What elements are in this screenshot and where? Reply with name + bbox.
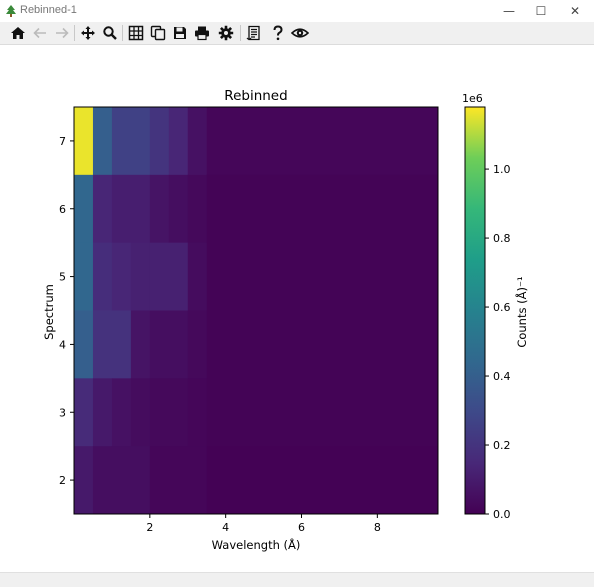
window-titlebar: Rebinned-1 — ☐ ✕ — [0, 0, 594, 23]
heatmap-cell — [92, 242, 113, 311]
app-icon — [4, 3, 18, 17]
settings-icon[interactable] — [216, 23, 236, 43]
heatmap-cell — [74, 174, 94, 244]
heatmap-cell — [92, 378, 113, 447]
y-tick-label: 7 — [59, 135, 66, 148]
x-tick-label: 4 — [222, 521, 229, 534]
y-tick-label: 5 — [59, 271, 66, 284]
pan-icon[interactable] — [78, 23, 98, 43]
toolbar-separator — [240, 25, 241, 41]
heatmap-cell — [149, 174, 170, 244]
heatmap-cell — [92, 446, 151, 515]
heatmap-cell — [206, 378, 439, 447]
y-axis-label: Spectrum — [42, 284, 56, 340]
heatmap-cell — [187, 310, 208, 379]
colorbar-tick-label: 0.6 — [493, 301, 511, 314]
heatmap-cells — [74, 107, 439, 515]
copy-icon[interactable] — [148, 23, 168, 43]
forward-icon[interactable] — [52, 23, 72, 43]
y-tick-label: 2 — [59, 474, 66, 487]
back-icon[interactable] — [30, 23, 50, 43]
heatmap-cell — [206, 174, 439, 244]
heatmap-cell — [111, 174, 151, 244]
toolbar-separator — [122, 25, 123, 41]
colorbar-tick-label: 1.0 — [493, 163, 511, 176]
view-icon[interactable] — [290, 23, 310, 43]
plot-toolbar — [0, 22, 594, 45]
x-axis-ticks: 2 4 6 8 — [146, 514, 381, 534]
heatmap-plot[interactable]: 2 4 6 8 2 3 4 5 6 7 0.0 0.2 0.4 0.6 0.8 1.0 — [0, 45, 594, 572]
y-axis-ticks: 2 3 4 5 6 7 — [59, 135, 74, 487]
x-tick-label: 8 — [374, 521, 381, 534]
heatmap-cell — [187, 378, 208, 447]
colorbar-tick-label: 0.2 — [493, 439, 511, 452]
status-bar — [0, 572, 594, 587]
heatmap-cell — [168, 174, 189, 244]
colorbar-tick-label: 0.4 — [493, 370, 511, 383]
heatmap-cell — [149, 378, 189, 447]
window-title: Rebinned-1 — [20, 4, 77, 16]
heatmap-cell — [74, 310, 94, 379]
heatmap-cell — [111, 378, 132, 447]
y-tick-label: 4 — [59, 338, 66, 351]
heatmap-cell — [130, 310, 151, 379]
x-axis-label: Wavelength (Å) — [211, 538, 301, 552]
colorbar-exponent: 1e6 — [462, 92, 483, 105]
x-tick-label: 6 — [298, 521, 305, 534]
colorbar-label: Counts (Å)⁻¹ — [515, 276, 529, 348]
maximize-button[interactable]: ☐ — [524, 0, 558, 22]
heatmap-cell — [187, 242, 208, 311]
x-tick-label: 2 — [146, 521, 153, 534]
print-icon[interactable] — [192, 23, 212, 43]
heatmap-cell — [168, 107, 189, 176]
heatmap-cell — [74, 107, 94, 176]
heatmap-cell — [74, 446, 94, 515]
home-icon[interactable] — [8, 23, 28, 43]
colorbar-ticks: 0.0 0.2 0.4 0.6 0.8 1.0 — [485, 163, 511, 521]
heatmap-cell — [74, 242, 94, 311]
heatmap-cell — [74, 378, 94, 447]
heatmap-cell — [149, 446, 208, 515]
heatmap-cell — [92, 107, 113, 176]
zoom-icon[interactable] — [100, 23, 120, 43]
script-icon[interactable] — [244, 23, 264, 43]
heatmap-cell — [187, 107, 208, 176]
y-tick-label: 6 — [59, 203, 66, 216]
heatmap-cell — [130, 378, 151, 447]
heatmap-cell — [206, 446, 439, 515]
heatmap-cell — [206, 242, 439, 311]
toolbar-separator — [74, 25, 75, 41]
y-tick-label: 3 — [59, 406, 66, 419]
heatmap-cell — [149, 310, 189, 379]
heatmap-cell — [92, 174, 113, 244]
minimize-button[interactable]: — — [492, 0, 526, 22]
heatmap-cell — [206, 310, 439, 379]
heatmap-cell — [111, 107, 151, 176]
grid-icon[interactable] — [126, 23, 146, 43]
heatmap-cell — [149, 242, 189, 311]
heatmap-cell — [206, 107, 439, 176]
colorbar-tick-label: 0.0 — [493, 508, 511, 521]
close-button[interactable]: ✕ — [558, 0, 592, 22]
colorbar — [464, 106, 486, 515]
colorbar-tick-label: 0.8 — [493, 232, 511, 245]
heatmap-cell — [111, 242, 132, 311]
heatmap-cell — [130, 242, 151, 311]
help-icon[interactable] — [268, 23, 288, 43]
figure-canvas[interactable]: Rebinned 2468 234567 0.0 0.2 0.4 0.6 0.8 1.0 … — [0, 45, 594, 572]
heatmap-cell — [149, 107, 170, 176]
heatmap-cell — [187, 174, 208, 244]
heatmap-cell — [92, 310, 132, 379]
save-icon[interactable] — [170, 23, 190, 43]
